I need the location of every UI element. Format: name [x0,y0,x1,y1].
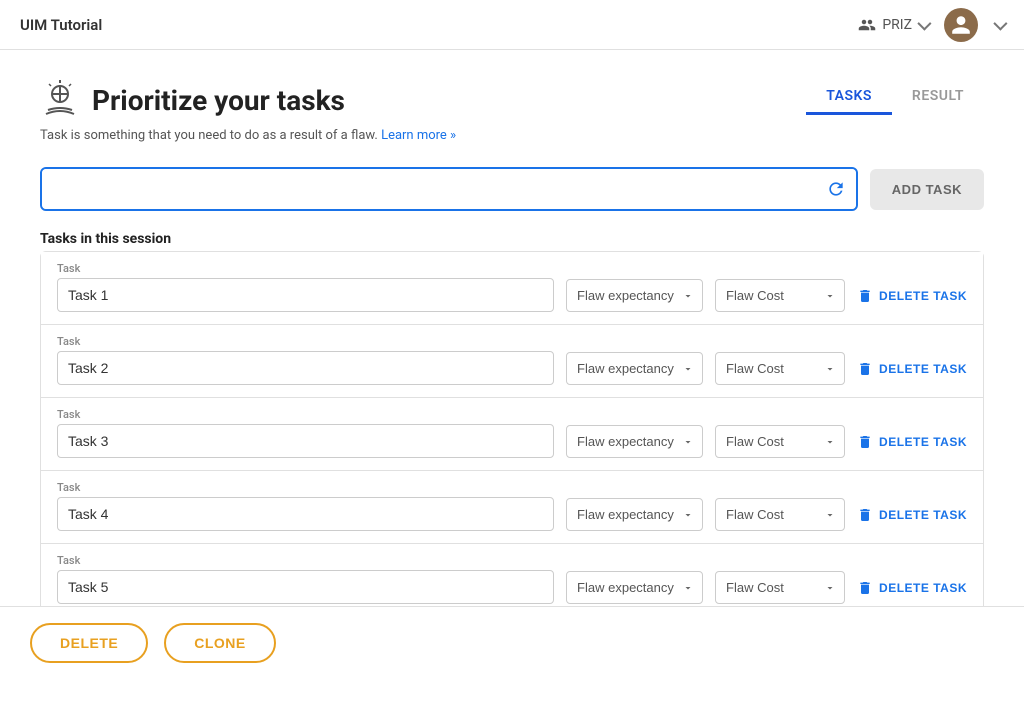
delete-task-button-5[interactable]: DELETE TASK [857,572,967,604]
search-input[interactable] [42,169,856,209]
navbar: UIM Tutorial PRIZ [0,0,1024,50]
search-icon-button[interactable] [826,179,846,199]
trash-icon-2 [857,361,873,377]
task-input-2[interactable] [57,351,554,385]
flaw-cost-select-5[interactable]: Flaw Cost [715,571,845,604]
flaw-cost-select-2[interactable]: Flaw Cost [715,352,845,385]
trash-icon-1 [857,288,873,304]
delete-task-button-4[interactable]: DELETE TASK [857,499,967,531]
delete-task-button-2[interactable]: DELETE TASK [857,353,967,385]
task-field-3: Task [57,408,554,458]
task-label-4: Task [57,481,554,494]
bottom-bar: DELETE CLONE [0,606,1024,679]
tabs: TASKS RESULT [806,80,984,115]
flaw-cost-select-4[interactable]: Flaw Cost [715,498,845,531]
task-label-2: Task [57,335,554,348]
group-icon [858,16,876,34]
task-field-5: Task [57,554,554,604]
task-cost-2: Flaw Cost [715,352,845,385]
nav-user-chevron [917,16,931,30]
tab-tasks[interactable]: TASKS [806,80,892,115]
task-expectancy-3: Flaw expectancy [566,425,703,458]
add-task-button[interactable]: ADD TASK [870,169,984,210]
task-input-5[interactable] [57,570,554,604]
task-expectancy-4: Flaw expectancy [566,498,703,531]
task-label-1: Task [57,262,554,275]
flaw-expectancy-select-1[interactable]: Flaw expectancy [566,279,703,312]
search-input-wrap [40,167,858,211]
table-row: Task Flaw expectancy Flaw Cost DELETE TA… [41,471,983,544]
task-field-4: Task [57,481,554,531]
section-label: Tasks in this session [40,231,984,247]
nav-user-menu[interactable]: PRIZ [858,16,928,34]
page-title-section: Prioritize your tasks [40,80,345,120]
table-row: Task Flaw expectancy Flaw Cost DELETE TA… [41,252,983,325]
page-icon [40,80,80,120]
task-field-1: Task [57,262,554,312]
task-input-3[interactable] [57,424,554,458]
flaw-expectancy-select-5[interactable]: Flaw expectancy [566,571,703,604]
prioritize-icon [40,80,80,120]
task-expectancy-1: Flaw expectancy [566,279,703,312]
flaw-cost-select-3[interactable]: Flaw Cost [715,425,845,458]
nav-username: PRIZ [882,17,912,33]
clone-button[interactable]: CLONE [164,623,276,663]
flaw-cost-select-1[interactable]: Flaw Cost [715,279,845,312]
trash-icon-5 [857,580,873,596]
task-input-4[interactable] [57,497,554,531]
avatar[interactable] [944,8,978,42]
task-expectancy-2: Flaw expectancy [566,352,703,385]
task-expectancy-5: Flaw expectancy [566,571,703,604]
table-row: Task Flaw expectancy Flaw Cost DELETE TA… [41,398,983,471]
delete-task-button-1[interactable]: DELETE TASK [857,280,967,312]
avatar-chevron [993,16,1007,30]
task-cost-5: Flaw Cost [715,571,845,604]
app-brand: UIM Tutorial [20,16,102,34]
flaw-expectancy-select-4[interactable]: Flaw expectancy [566,498,703,531]
task-cost-4: Flaw Cost [715,498,845,531]
task-label-5: Task [57,554,554,567]
table-row: Task Flaw expectancy Flaw Cost DELETE TA… [41,325,983,398]
page-title: Prioritize your tasks [92,84,345,117]
page-header: Prioritize your tasks TASKS RESULT [40,80,984,120]
trash-icon-3 [857,434,873,450]
refresh-icon [826,179,846,199]
flaw-expectancy-select-3[interactable]: Flaw expectancy [566,425,703,458]
avatar-icon [950,14,972,36]
page-subtitle: Task is something that you need to do as… [40,128,984,143]
delete-button[interactable]: DELETE [30,623,148,663]
search-row: ADD TASK [40,167,984,211]
task-field-2: Task [57,335,554,385]
task-label-3: Task [57,408,554,421]
trash-icon-4 [857,507,873,523]
tab-result[interactable]: RESULT [892,80,984,115]
task-cost-1: Flaw Cost [715,279,845,312]
task-cost-3: Flaw Cost [715,425,845,458]
delete-task-button-3[interactable]: DELETE TASK [857,426,967,458]
learn-more-link[interactable]: Learn more » [381,128,456,143]
flaw-expectancy-select-2[interactable]: Flaw expectancy [566,352,703,385]
task-list: Task Flaw expectancy Flaw Cost DELETE TA… [40,251,984,617]
navbar-right: PRIZ [858,8,1004,42]
task-input-1[interactable] [57,278,554,312]
